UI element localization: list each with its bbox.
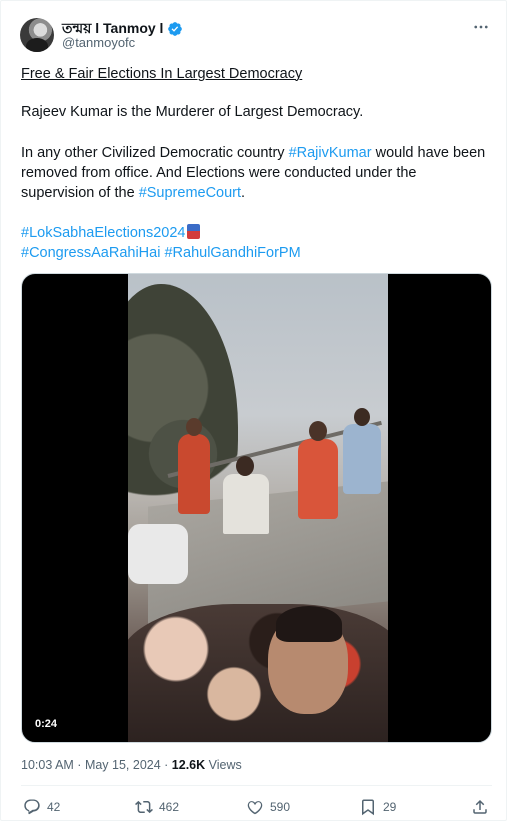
bookmark-count: 29 xyxy=(383,800,397,814)
para3-text-a: In any other Civilized Democratic countr… xyxy=(21,145,289,161)
ballot-box-emoji-icon xyxy=(187,224,201,239)
meta-separator: · xyxy=(73,758,85,772)
verified-badge-icon xyxy=(168,22,183,36)
reply-count: 42 xyxy=(47,800,61,814)
para3-text-c: . xyxy=(241,185,246,201)
hashtag-rahulgandhiforpm[interactable]: #RahulGandhiForPM xyxy=(164,245,300,261)
tweet-hashtags: #LokSabhaElections2024 #CongressAaRahiHa… xyxy=(21,223,493,263)
repost-button[interactable]: 462 xyxy=(135,798,179,816)
like-count: 590 xyxy=(270,800,291,814)
hashtag-rajivkumar[interactable]: #RajivKumar xyxy=(289,145,372,161)
tweet-card[interactable]: তন্ময় l Tanmoy l @tanmoyofc Free & Fair… xyxy=(0,0,507,821)
like-icon xyxy=(247,801,263,815)
video-duration: 0:24 xyxy=(30,716,63,732)
tweet-date[interactable]: May 15, 2024 xyxy=(85,758,161,772)
video-player[interactable]: 0:24 xyxy=(21,273,492,743)
bookmark-button[interactable]: 29 xyxy=(359,798,396,816)
repost-icon xyxy=(135,800,153,814)
hashtag-supremecourt[interactable]: #SupremeCourt xyxy=(139,185,241,201)
video-frame xyxy=(128,274,388,742)
repost-count: 462 xyxy=(159,800,180,814)
divider xyxy=(21,785,492,786)
tweet-time[interactable]: 10:03 AM xyxy=(21,758,74,772)
tweet-line-1: Free & Fair Elections In Largest Democra… xyxy=(21,64,493,84)
like-button[interactable]: 590 xyxy=(246,798,290,816)
reply-button[interactable]: 42 xyxy=(23,798,60,816)
views-count: 12.6K xyxy=(171,758,206,772)
tweet-meta: 10:03 AM · May 15, 2024 · 12.6K Views xyxy=(21,758,242,772)
views-label: Views xyxy=(205,758,242,772)
share-button[interactable] xyxy=(471,798,489,816)
more-icon[interactable] xyxy=(472,18,490,36)
avatar[interactable] xyxy=(20,18,54,52)
reply-icon xyxy=(24,799,40,815)
hashtag-loksabhaelections2024[interactable]: #LokSabhaElections2024 xyxy=(21,225,185,241)
tweet-paragraph-3: In any other Civilized Democratic countr… xyxy=(21,143,493,203)
share-icon xyxy=(473,799,487,814)
tweet-headline: Free & Fair Elections In Largest Democra… xyxy=(21,66,303,82)
author-handle[interactable]: @tanmoyofc xyxy=(62,35,135,50)
meta-separator-2: · xyxy=(160,758,172,772)
hashtag-congressaarahihai[interactable]: #CongressAaRahiHai xyxy=(21,245,160,261)
bookmark-icon xyxy=(362,799,374,816)
tweet-paragraph-2: Rajeev Kumar is the Murderer of Largest … xyxy=(21,104,364,120)
